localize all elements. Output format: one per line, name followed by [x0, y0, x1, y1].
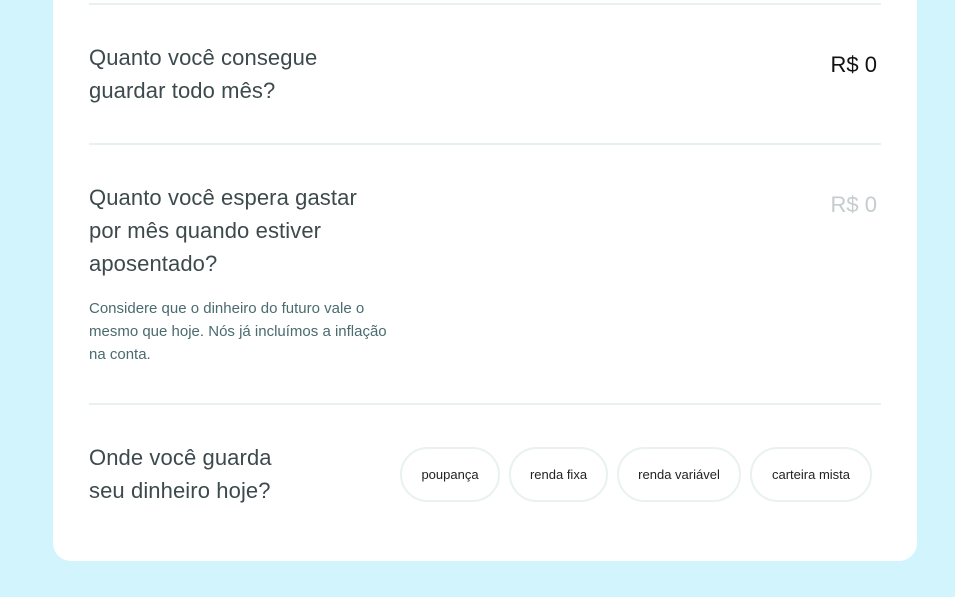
option-carteira-mista-button[interactable]: carteira mista: [750, 447, 872, 502]
savings-location-question: Onde você guarda seu dinheiro hoje?: [89, 441, 272, 507]
hint-line: Considere que o dinheiro do futuro vale …: [89, 300, 365, 317]
savings-options: poupança renda fixa renda variável carte…: [400, 447, 872, 502]
question-line: Quanto você consegue: [89, 45, 318, 70]
divider: [89, 143, 881, 145]
inflation-hint: Considere que o dinheiro do futuro vale …: [89, 297, 409, 366]
option-renda-variavel-button[interactable]: renda variável: [617, 447, 741, 502]
question-line: Onde você guarda: [89, 445, 272, 470]
option-poupanca-button[interactable]: poupança: [400, 447, 500, 502]
question-line: guardar todo mês?: [89, 78, 276, 103]
hint-line: na conta.: [89, 346, 151, 363]
question-line: seu dinheiro hoje?: [89, 478, 271, 503]
question-line: Quanto você espera gastar: [89, 185, 357, 210]
divider: [89, 3, 881, 5]
option-renda-fixa-button[interactable]: renda fixa: [509, 447, 608, 502]
retirement-spending-input[interactable]: R$ 0: [831, 192, 877, 218]
hint-line: mesmo que hoje. Nós já incluímos a infla…: [89, 323, 387, 340]
divider: [89, 403, 881, 405]
question-line: aposentado?: [89, 251, 218, 276]
retirement-spending-question: Quanto você espera gastar por mês quando…: [89, 181, 357, 280]
monthly-savings-input[interactable]: R$ 0: [831, 52, 877, 78]
monthly-savings-question: Quanto você consegue guardar todo mês?: [89, 41, 317, 107]
question-line: por mês quando estiver: [89, 218, 322, 243]
